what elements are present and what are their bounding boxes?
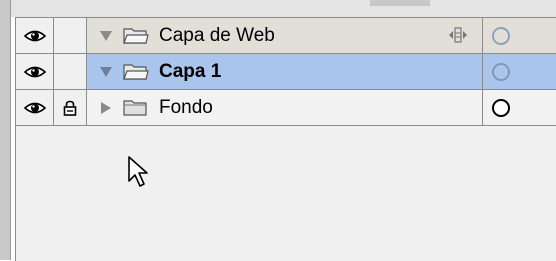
lock-icon	[63, 100, 77, 116]
closed-folder-icon	[123, 99, 147, 116]
layer-name-cell[interactable]: Capa 1	[87, 54, 483, 89]
top-strip	[0, 0, 556, 17]
target-cell[interactable]	[483, 18, 556, 53]
lock-toggle[interactable]	[54, 90, 87, 125]
top-tab[interactable]	[370, 0, 430, 6]
eye-icon	[23, 30, 46, 41]
target-circle-icon[interactable]	[492, 98, 510, 117]
layer-name-cell[interactable]: Capa de Web	[87, 18, 483, 53]
target-cell[interactable]	[483, 54, 556, 89]
expand-triangle-icon[interactable]	[97, 63, 115, 81]
open-folder-icon	[123, 27, 149, 44]
target-cell[interactable]	[483, 90, 556, 125]
visibility-toggle[interactable]	[16, 54, 54, 89]
panel-left-border	[0, 0, 11, 260]
layer-name: Fondo	[159, 96, 213, 118]
expand-triangle-icon[interactable]	[97, 27, 115, 45]
layer-options-icon[interactable]	[448, 26, 468, 44]
lock-toggle[interactable]	[54, 18, 87, 53]
layer-row-capa-1[interactable]: Capa 1	[16, 54, 556, 90]
open-folder-icon	[123, 63, 149, 80]
lock-toggle[interactable]	[54, 54, 87, 89]
layer-row-fondo[interactable]: Fondo	[16, 90, 556, 126]
target-circle-icon[interactable]	[492, 26, 510, 45]
layers-panel: Capa de Web Capa 1 Fondo	[15, 17, 556, 261]
eye-icon	[23, 66, 46, 77]
visibility-toggle[interactable]	[16, 18, 54, 53]
visibility-toggle[interactable]	[16, 90, 54, 125]
layer-name: Capa de Web	[159, 24, 275, 46]
eye-icon	[23, 102, 46, 113]
layer-name: Capa 1	[159, 60, 222, 82]
mouse-cursor-icon	[128, 156, 148, 187]
layer-name-cell[interactable]: Fondo	[87, 90, 483, 125]
target-circle-icon[interactable]	[492, 62, 510, 81]
collapsed-triangle-icon[interactable]	[97, 99, 115, 117]
layer-row-capa-de-web[interactable]: Capa de Web	[16, 18, 556, 54]
